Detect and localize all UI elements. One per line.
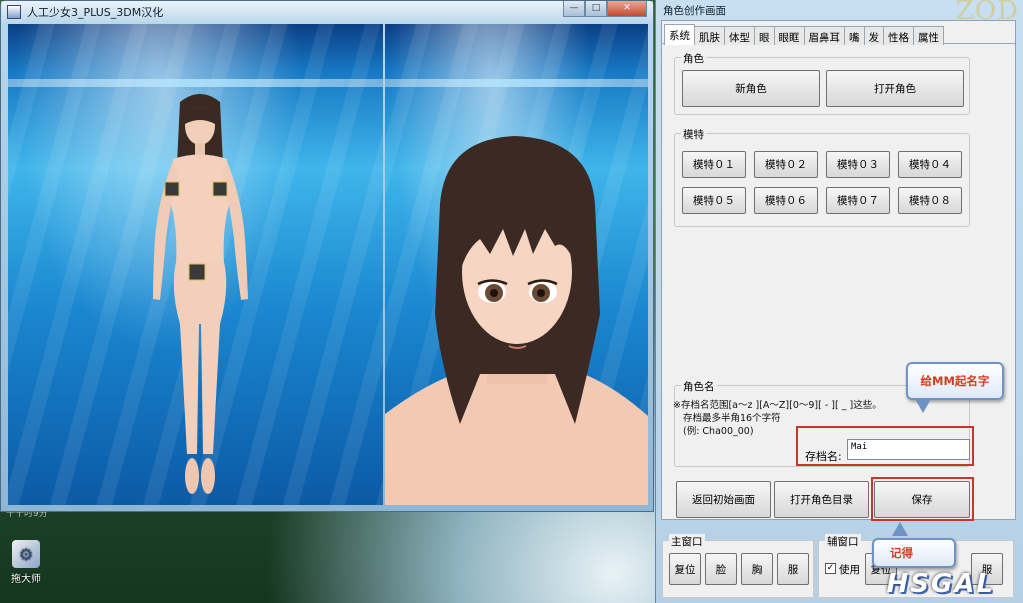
face-closeup-model [385,136,648,505]
tab-system[interactable]: 系统 [664,24,695,45]
remember-tip-callout: 记得 [872,538,956,568]
desktop-shortcut-label: 拖大师 [11,574,41,585]
sub-window-group-label: 辅窗口 [825,534,861,549]
face-3d-view[interactable] [385,24,648,505]
model-05-button[interactable]: 模特０５ [682,187,746,214]
use-sub-window-checkbox[interactable]: ✓ [825,563,836,574]
maximize-button[interactable]: □ [585,1,607,17]
tab-eye[interactable]: 眼 [754,26,775,45]
new-character-button[interactable]: 新角色 [682,70,820,107]
tab-mouth[interactable]: 嘴 [844,26,865,45]
desktop-shortcut[interactable]: ⚙ 拖大师 [6,540,46,585]
model-03-button[interactable]: 模特０３ [826,151,890,178]
tab-brow-nose-ear[interactable]: 眉鼻耳 [803,26,845,45]
window-title: 人工少女3_PLUS_3DM汉化 [27,6,164,19]
hsgal-watermark: HSGAL [886,569,995,599]
minimize-button[interactable]: — [563,1,585,17]
window-app-icon [7,5,21,19]
name-tip-callout: 给MM起名字 [906,362,1004,400]
role-group-label: 角色 [681,51,706,66]
tab-strip: 系统 肌肤 体型 眼 眼眶 眉鼻耳 嘴 发 性格 属性 [662,21,1015,45]
full-body-model [153,94,248,494]
model-02-button[interactable]: 模特０２ [754,151,818,178]
name-tip-tail [915,399,931,413]
main-chest-button[interactable]: 胸 [741,553,773,585]
model-08-button[interactable]: 模特０８ [898,187,962,214]
panel-body: 系统 肌肤 体型 眼 眼眶 眉鼻耳 嘴 发 性格 属性 角色 新角色 打开角色 … [661,20,1016,521]
open-character-button[interactable]: 打开角色 [826,70,964,107]
main-window: 人工少女3_PLUS_3DM汉化 — □ ✕ [0,0,654,512]
tab-skin[interactable]: 肌肤 [694,26,725,45]
back-to-start-button[interactable]: 返回初始画面 [676,481,771,518]
main-clothes-button[interactable]: 服 [777,553,809,585]
tab-personality[interactable]: 性格 [883,26,914,45]
tab-hair[interactable]: 发 [863,26,884,45]
main-reset-button[interactable]: 复位 [669,553,701,585]
tab-body[interactable]: 体型 [724,26,755,45]
tab-attributes[interactable]: 属性 [913,26,944,45]
name-group-label: 角色名 [681,379,717,394]
app-icon: ⚙ [12,540,40,568]
main-face-button[interactable]: 脸 [705,553,737,585]
close-button[interactable]: ✕ [607,1,647,17]
model-01-button[interactable]: 模特０１ [682,151,746,178]
model-group-label: 模特 [681,127,706,142]
remember-tip-tail [892,522,908,536]
model-06-button[interactable]: 模特０６ [754,187,818,214]
main-window-titlebar[interactable]: 人工少女3_PLUS_3DM汉化 [1,1,653,23]
use-sub-window-label: 使用 [839,564,860,576]
open-character-dir-button[interactable]: 打开角色目录 [774,481,869,518]
main-3d-view[interactable] [8,24,383,505]
render-viewport[interactable] [8,24,648,505]
save-button-highlight [871,477,974,521]
model-04-button[interactable]: 模特０４ [898,151,962,178]
main-window-group: 主窗口 复位 脸 胸 服 [662,534,814,598]
save-name-highlight [796,426,974,466]
main-window-group-label: 主窗口 [669,534,705,549]
model-07-button[interactable]: 模特０７ [826,187,890,214]
tab-eye-socket[interactable]: 眼眶 [773,26,805,45]
character-edit-panel: 角色创作画面 ZOD 系统 肌肤 体型 眼 眼眶 眉鼻耳 嘴 发 性格 属性 角… [655,0,1023,603]
